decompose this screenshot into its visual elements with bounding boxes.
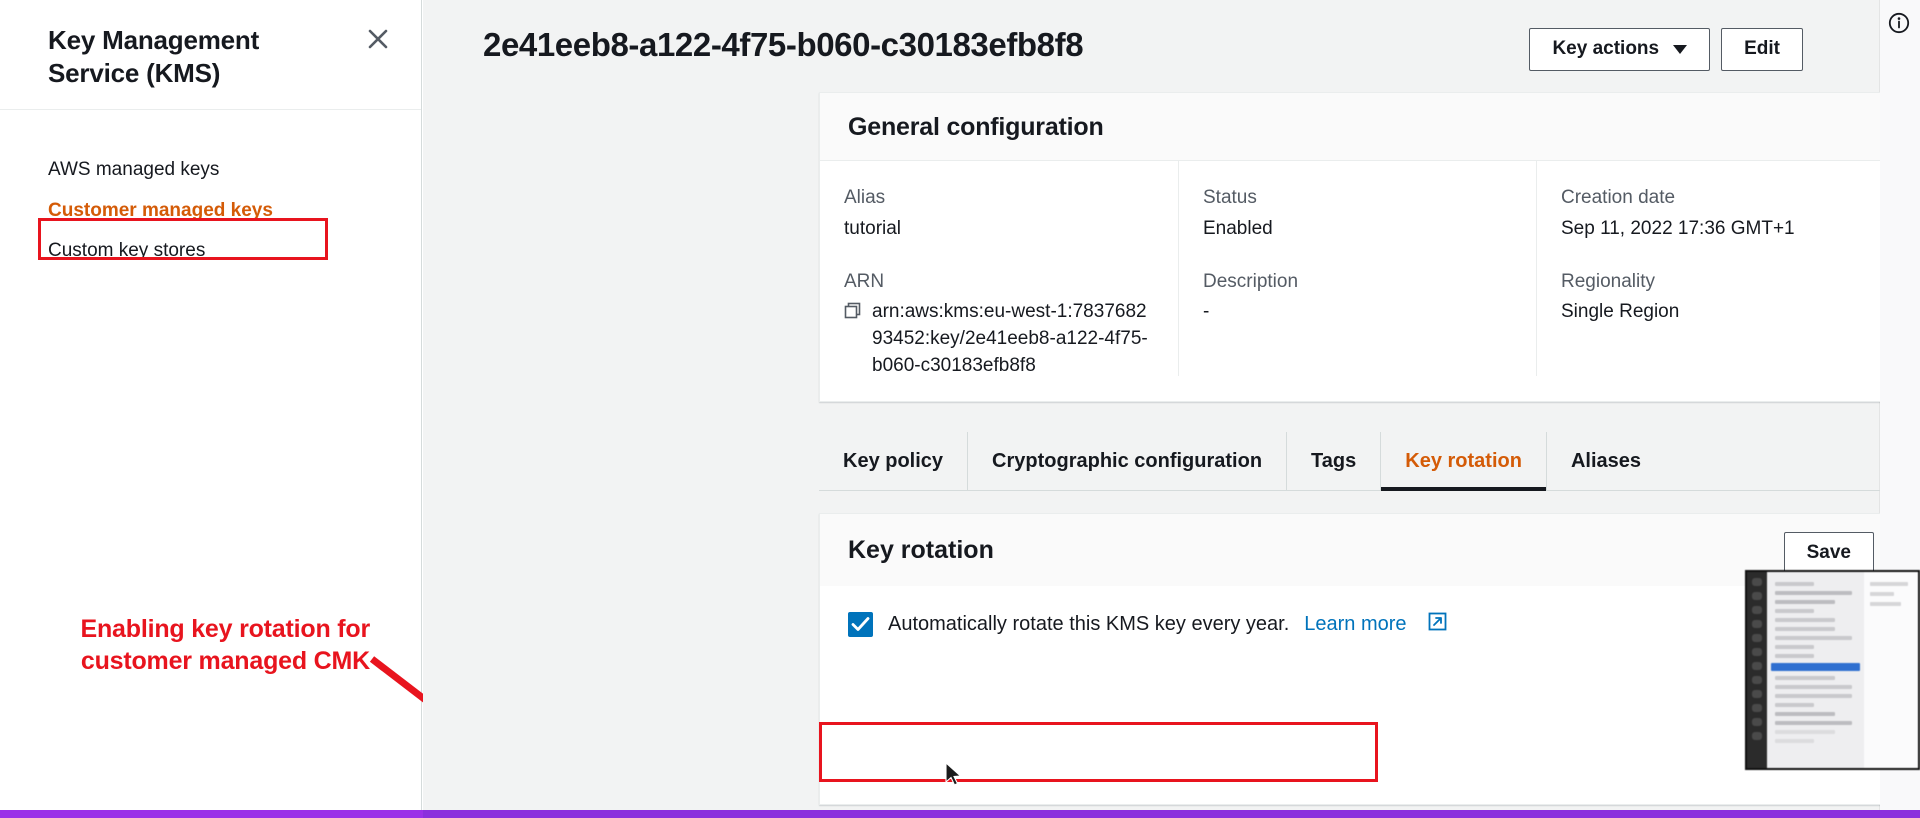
tab-tags[interactable]: Tags <box>1286 432 1380 490</box>
page-header-actions: Key actions Edit <box>1529 28 1803 71</box>
pip-detail <box>1863 572 1918 768</box>
page-header: 2e41eeb8-a122-4f75-b060-c30183efb8f8 Key… <box>423 16 1880 86</box>
screen-root: Key Management Service (KMS) AWS managed… <box>0 0 1920 818</box>
annotation-text: Enabling key rotation for customer manag… <box>80 615 371 675</box>
detail-tabs: Key policy Cryptographic configuration T… <box>819 432 1897 491</box>
arn-value: arn:aws:kms:eu-west-1:783768293452:key/2… <box>872 301 1148 377</box>
auto-rotate-checkbox[interactable] <box>848 612 873 637</box>
regionality-value: Single Region <box>1561 301 1680 323</box>
creation-date-label: Creation date <box>1561 187 1676 208</box>
status-label: Status <box>1203 187 1257 208</box>
tab-cryptographic-configuration[interactable]: Cryptographic configuration <box>967 432 1286 490</box>
alias-value: tutorial <box>844 217 902 239</box>
general-configuration-body: Alias tutorial ARN arn:aws:kms:eu-west-1… <box>820 161 1898 376</box>
key-rotation-card: Key rotation Save Automatically rotate t… <box>819 513 1899 805</box>
description-label: Description <box>1203 270 1299 292</box>
general-configuration-column-1: Alias tutorial ARN arn:aws:kms:eu-west-1… <box>820 161 1178 376</box>
bottom-accent-bar <box>0 810 1920 818</box>
kms-help-panel: Key Management Service (KMS) AWS managed… <box>0 0 422 810</box>
chevron-down-icon <box>1673 44 1688 54</box>
general-configuration-column-2: Status Enabled Description - <box>1178 161 1536 376</box>
key-actions-button[interactable]: Key actions <box>1529 28 1711 71</box>
copy-icon[interactable] <box>844 302 862 320</box>
general-configuration-card: General configuration Alias tutorial ARN <box>819 92 1899 402</box>
help-panel-header: Key Management Service (KMS) <box>0 0 421 110</box>
alias-label: Alias <box>844 187 886 208</box>
nav-item-custom-key-stores[interactable]: Custom key stores <box>0 231 421 272</box>
creation-date-value: Sep 11, 2022 17:36 GMT+1 <box>1561 217 1795 239</box>
auto-rotate-label: Automatically rotate this KMS key every … <box>888 613 1290 635</box>
general-configuration-header: General configuration <box>820 93 1898 161</box>
pip-sidebar <box>1747 572 1767 768</box>
tab-key-policy[interactable]: Key policy <box>819 432 967 490</box>
status-value: Enabled <box>1203 217 1273 239</box>
edit-button[interactable]: Edit <box>1721 28 1803 71</box>
arn-label: ARN <box>844 270 885 292</box>
learn-more-link[interactable]: Learn more <box>1304 613 1406 636</box>
info-circle-icon[interactable] <box>1888 12 1910 34</box>
regionality-label: Regionality <box>1561 270 1655 292</box>
help-panel-nav: AWS managed keys Customer managed keys C… <box>0 110 421 272</box>
arn-value-wrapper: arn:aws:kms:eu-west-1:783768293452:key/2… <box>844 299 1150 380</box>
save-button-label: Save <box>1806 542 1851 563</box>
pip-panel <box>1767 572 1918 768</box>
nav-item-customer-managed-keys[interactable]: Customer managed keys <box>0 191 421 232</box>
pip-list <box>1767 572 1865 768</box>
bottom-accent-bar-segment <box>423 810 1920 818</box>
auto-rotate-row: Automatically rotate this KMS key every … <box>848 612 1870 637</box>
picture-in-picture-thumbnail[interactable] <box>1745 570 1920 770</box>
key-rotation-body: Automatically rotate this KMS key every … <box>820 586 1898 637</box>
key-rotation-title: Key rotation <box>848 536 994 564</box>
external-link-icon <box>1428 612 1447 637</box>
general-configuration-title: General configuration <box>848 113 1104 141</box>
console-body: 2e41eeb8-a122-4f75-b060-c30183efb8f8 Key… <box>423 0 1899 810</box>
close-icon[interactable] <box>365 26 391 52</box>
key-actions-button-label: Key actions <box>1552 38 1660 59</box>
pip-selected-row <box>1771 663 1860 671</box>
page-title: 2e41eeb8-a122-4f75-b060-c30183efb8f8 <box>483 26 1084 63</box>
tab-key-rotation[interactable]: Key rotation <box>1380 432 1546 491</box>
save-button[interactable]: Save <box>1783 532 1874 575</box>
general-configuration-column-3: Creation date Sep 11, 2022 17:36 GMT+1 R… <box>1536 161 1896 376</box>
edit-button-label: Edit <box>1744 38 1780 59</box>
tab-aliases[interactable]: Aliases <box>1545 432 1665 490</box>
key-rotation-header: Key rotation Save <box>820 514 1898 586</box>
nav-item-aws-managed-keys[interactable]: AWS managed keys <box>0 150 421 191</box>
main-content: 2e41eeb8-a122-4f75-b060-c30183efb8f8 Key… <box>423 0 1920 810</box>
description-value: - <box>1203 301 1210 323</box>
help-panel-title: Key Management Service (KMS) <box>48 25 260 88</box>
